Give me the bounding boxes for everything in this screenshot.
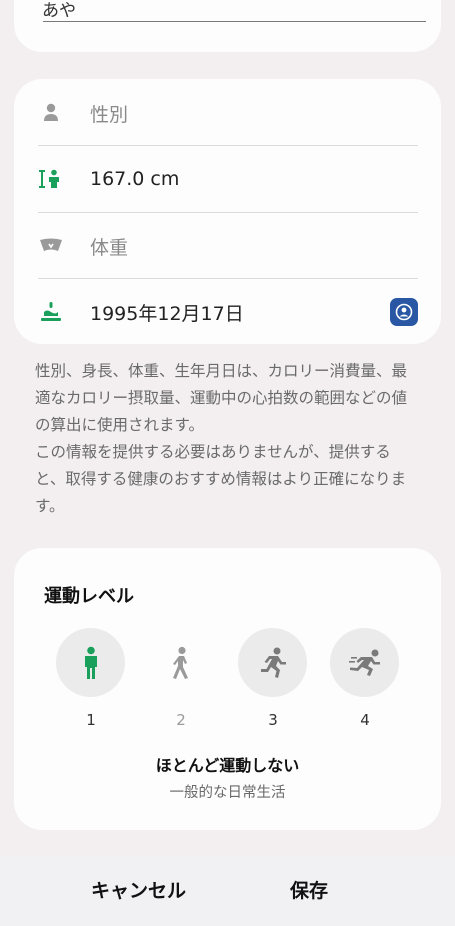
name-input-underline xyxy=(43,21,426,22)
person-icon xyxy=(38,100,64,126)
activity-level-4[interactable]: 4 xyxy=(330,628,400,729)
activity-level-name: ほとんど運動しない xyxy=(155,756,300,775)
standing-person-icon[interactable] xyxy=(56,628,125,697)
level-number: 1 xyxy=(86,711,96,729)
activity-level-description: 一般的な日常生活 xyxy=(169,785,286,801)
weight-field[interactable]: 体重 xyxy=(90,233,128,260)
level-number: 3 xyxy=(268,711,278,729)
height-row[interactable]: 167.0 cm xyxy=(38,146,418,212)
gender-field[interactable]: 性別 xyxy=(90,100,128,127)
profile-info-text: 性別、身長、体重、生年月日は、カロリー消費量、最適なカロリー摂取量、運動中の心拍… xyxy=(35,358,420,520)
cake-icon xyxy=(38,299,64,325)
sprinting-person-icon[interactable] xyxy=(330,628,399,697)
activity-level-3[interactable]: 3 xyxy=(238,628,308,729)
activity-level-1[interactable]: 1 xyxy=(56,628,126,729)
activity-level-card: 運動レベル 1 2 3 4 ほとんど運動しない 一般的な日常生活 xyxy=(14,548,441,830)
weight-row[interactable]: 体重 xyxy=(38,213,418,279)
gender-row[interactable]: 性別 xyxy=(38,80,418,146)
contact-profile-button[interactable] xyxy=(390,298,418,326)
height-icon xyxy=(38,166,64,192)
info-paragraph: この情報を提供する必要はありませんが、提供すると、取得する健康のおすすめ情報はよ… xyxy=(35,443,407,515)
birthday-field[interactable]: 1995年12月17日 xyxy=(90,299,244,326)
walking-person-icon[interactable] xyxy=(146,628,215,697)
bottom-action-bar: キャンセル 保存 xyxy=(0,856,455,926)
profile-card: 性別 167.0 cm 体重 1995年12月17日 xyxy=(14,79,441,344)
level-number: 4 xyxy=(360,711,370,729)
name-card: あや xyxy=(14,0,441,52)
weight-icon xyxy=(38,233,64,259)
info-paragraph: 性別、身長、体重、生年月日は、カロリー消費量、最適なカロリー摂取量、運動中の心拍… xyxy=(35,362,408,434)
level-number: 2 xyxy=(176,711,186,729)
activity-level-title: 運動レベル xyxy=(44,586,134,607)
birthday-row[interactable]: 1995年12月17日 xyxy=(38,279,418,345)
height-field[interactable]: 167.0 cm xyxy=(90,168,179,190)
activity-level-2[interactable]: 2 xyxy=(146,628,216,729)
cancel-button[interactable]: キャンセル xyxy=(91,876,186,903)
running-person-icon[interactable] xyxy=(238,628,307,697)
name-input[interactable]: あや xyxy=(42,0,76,21)
save-button[interactable]: 保存 xyxy=(290,876,328,903)
